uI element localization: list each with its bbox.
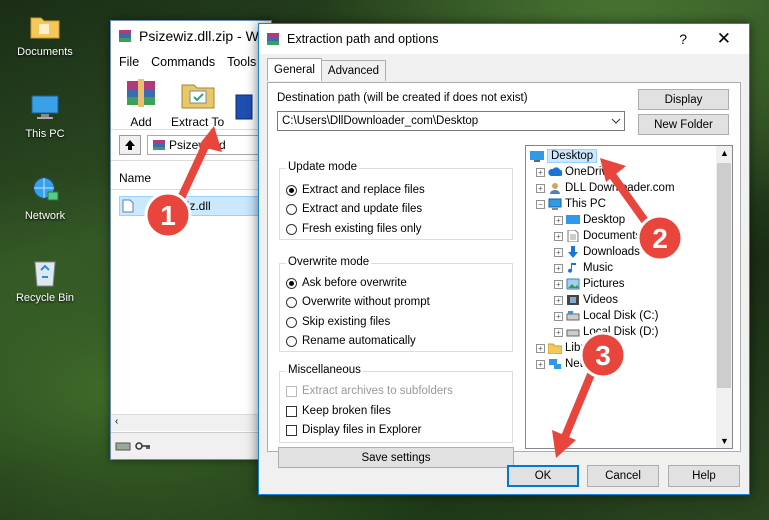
step-marker-1: 1: [144, 191, 192, 239]
desktop-background: Documents This PC Network Recycle Bin Ps…: [0, 0, 769, 520]
step-number-2: 2: [652, 223, 668, 254]
step-number-1: 1: [160, 200, 176, 231]
arrow-3: [552, 368, 596, 458]
step-marker-2: 2: [636, 214, 684, 262]
step-number-3: 3: [595, 340, 611, 371]
tutorial-overlay: 1 2 3: [144, 126, 684, 458]
arrow-2: [600, 158, 654, 232]
step-marker-3: 3: [579, 331, 627, 379]
arrow-1: [178, 126, 222, 200]
